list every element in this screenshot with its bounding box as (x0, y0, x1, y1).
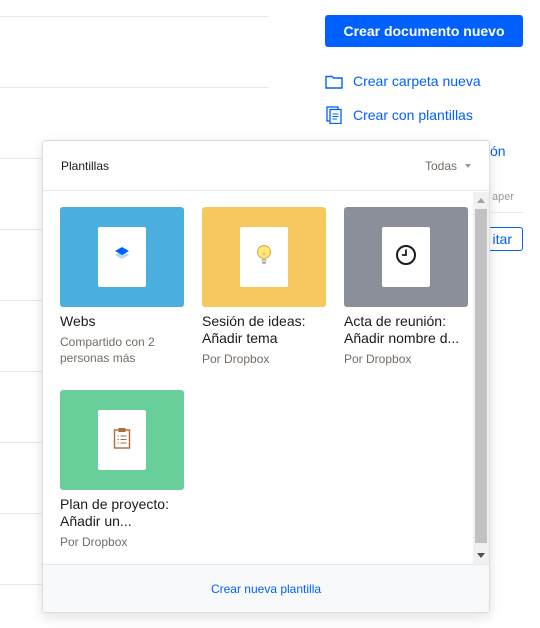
template-subtitle: Por Dropbox (344, 352, 412, 366)
template-name: Acta de reunión: Añadir nombre d... (344, 313, 460, 346)
template-paper (98, 227, 146, 287)
background-link-fragment: ón (490, 143, 506, 159)
templates-grid: Webs Compartido con 2 personas más Sesió… (43, 192, 489, 564)
template-card-brainstorm[interactable]: Sesión de ideas: Añadir tema Por Dropbox (202, 207, 326, 367)
folder-icon (323, 72, 345, 90)
template-doc-icon (323, 106, 345, 124)
template-thumbnail (202, 207, 326, 307)
list-divider (0, 87, 268, 88)
clock-icon (395, 244, 417, 271)
popover-footer: Crear nueva plantilla (43, 564, 489, 612)
template-subtitle: Por Dropbox (60, 535, 128, 549)
popover-header: Plantillas Todas (43, 141, 489, 191)
vertical-scrollbar[interactable] (473, 192, 489, 564)
template-thumbnail (60, 390, 184, 490)
chevron-down-icon (465, 163, 471, 168)
list-divider (0, 16, 268, 17)
templates-popover: Plantillas Todas Webs Compartido con 2 p… (42, 140, 490, 613)
scroll-down-arrow-icon[interactable] (477, 553, 485, 558)
template-subtitle: Por Dropbox (202, 352, 270, 366)
template-card-project-plan[interactable]: Plan de proyecto: Añadir un... Por Dropb… (60, 390, 184, 550)
template-thumbnail (60, 207, 184, 307)
template-card-meeting-notes[interactable]: Acta de reunión: Añadir nombre d... Por … (344, 207, 468, 367)
scroll-up-arrow-icon[interactable] (477, 198, 485, 203)
create-from-templates-link[interactable]: Crear con plantillas (323, 106, 473, 124)
filter-label: Todas (424, 158, 457, 173)
clipboard-icon (113, 427, 131, 454)
scrollbar-thumb[interactable] (475, 209, 487, 543)
template-name: Sesión de ideas: Añadir tema (202, 313, 306, 346)
create-new-template-link[interactable]: Crear nueva plantilla (211, 582, 321, 596)
template-paper (98, 410, 146, 470)
template-paper (240, 227, 288, 287)
template-name: Webs (60, 313, 96, 329)
layers-icon (112, 246, 132, 269)
template-subtitle: Compartido con 2 personas más (60, 335, 155, 365)
create-folder-label: Crear carpeta nueva (353, 73, 481, 89)
lightbulb-icon (255, 243, 273, 272)
create-from-templates-label: Crear con plantillas (353, 107, 473, 123)
template-name: Plan de proyecto: Añadir un... (60, 496, 169, 529)
create-folder-link[interactable]: Crear carpeta nueva (323, 72, 481, 90)
template-paper (382, 227, 430, 287)
popover-title: Plantillas (61, 158, 110, 173)
create-document-button[interactable]: Crear documento nuevo (325, 15, 523, 47)
background-meta-fragment: aper (492, 191, 515, 203)
background-button-label: itar (492, 231, 512, 247)
template-thumbnail (344, 207, 468, 307)
template-filter-dropdown[interactable]: Todas (425, 159, 471, 173)
template-card-webs[interactable]: Webs Compartido con 2 personas más (60, 207, 184, 366)
